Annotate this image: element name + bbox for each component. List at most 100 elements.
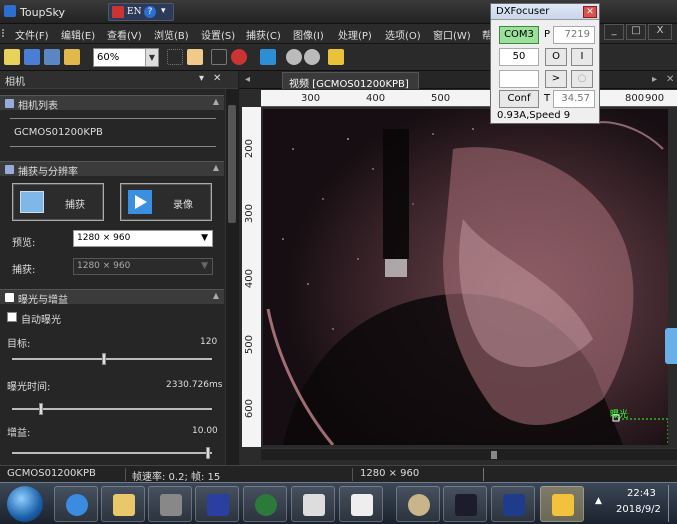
taskbar-media[interactable] <box>148 486 192 522</box>
explorer-icon <box>113 494 135 516</box>
goto-button[interactable]: > <box>545 70 567 88</box>
menu-edit[interactable]: 编辑(E) <box>61 27 95 42</box>
move-out-button[interactable]: O <box>545 48 567 66</box>
menu-view[interactable]: 查看(V) <box>107 27 142 42</box>
collapse-icon[interactable]: ▲ <box>213 163 219 172</box>
scroll-thumb[interactable] <box>491 451 497 459</box>
preview-value: 1280 × 960 <box>77 233 131 243</box>
snap-button[interactable]: 捕获 <box>12 183 104 221</box>
taskbar-stellarium[interactable] <box>443 486 487 522</box>
capture-resolution-select[interactable]: 1280 × 960 ▼ <box>73 258 213 275</box>
galaxy-icon <box>207 494 229 516</box>
taskbar-ie[interactable] <box>54 486 98 522</box>
close-icon[interactable]: ✕ <box>583 6 597 18</box>
folder-icon[interactable] <box>64 49 80 65</box>
camera-item[interactable]: GCMOS01200KPB <box>14 127 103 138</box>
tab-left-arrow-icon[interactable]: ◂ <box>245 74 250 85</box>
dxfocuser-title-bar[interactable]: DXFocuser ✕ <box>491 4 599 20</box>
crop-icon[interactable] <box>211 49 227 65</box>
menu-options[interactable]: 选项(O) <box>385 27 421 42</box>
close-button[interactable]: X <box>648 24 672 40</box>
config-button[interactable]: Conf <box>499 90 539 108</box>
dxfocuser-window: DXFocuser ✕ COM3 P 7219 50 O I > ○ Conf … <box>490 3 600 124</box>
position-field[interactable]: 7219 <box>553 26 595 44</box>
hand-icon[interactable] <box>187 49 203 65</box>
taskbar-phd[interactable] <box>243 486 287 522</box>
media-icon <box>160 494 182 516</box>
scroll-thumb[interactable] <box>228 105 236 223</box>
minimize-button[interactable]: _ <box>604 24 624 40</box>
camera-image[interactable]: 曝光 <box>263 109 668 445</box>
step-field[interactable]: 50 <box>499 48 539 66</box>
taskbar-star[interactable] <box>540 486 584 522</box>
taskbar-xmodel[interactable] <box>291 486 335 522</box>
taskbar-planet[interactable] <box>396 486 440 522</box>
snapshot-icon[interactable] <box>328 49 344 65</box>
section-camera-list[interactable]: 相机列表 ▲ <box>0 95 224 112</box>
menu-settings[interactable]: 设置(S) <box>201 27 235 42</box>
ime-menu-icon[interactable]: ▾ <box>161 6 166 16</box>
zoom-value: 60% <box>97 52 120 63</box>
collapse-icon[interactable]: ▲ <box>213 291 219 300</box>
section-capture-resolution[interactable]: 捕获与分辨率 ▲ <box>0 161 224 178</box>
save-icon[interactable] <box>44 49 60 65</box>
open-icon[interactable] <box>24 49 40 65</box>
zoom-select[interactable]: 60% ▼ <box>93 48 159 67</box>
panel-close-icon[interactable]: ✕ <box>213 73 221 84</box>
taskbar-galaxy[interactable] <box>195 486 239 522</box>
help-icon[interactable]: ? <box>144 6 156 18</box>
taskbar-telescope[interactable] <box>339 486 383 522</box>
cross-icon[interactable] <box>260 49 276 65</box>
auto-exposure-label: 自动曝光 <box>21 315 61 326</box>
horizontal-scrollbar[interactable] <box>261 448 677 460</box>
clock-date[interactable]: 2018/9/2 <box>616 504 661 515</box>
chevron-down-icon[interactable]: ▼ <box>145 49 158 66</box>
side-tab-handle[interactable] <box>665 328 677 364</box>
slider-thumb[interactable] <box>206 447 211 459</box>
chevron-down-icon[interactable]: ▼ <box>201 233 208 243</box>
target-slider[interactable] <box>12 353 212 365</box>
roi-label: 曝光 <box>610 410 629 420</box>
maximize-button[interactable]: □ <box>626 24 646 40</box>
show-desktop-button[interactable] <box>668 485 677 522</box>
taskbar-constellation[interactable] <box>491 486 535 522</box>
preview-resolution-select[interactable]: 1280 × 960 ▼ <box>73 230 213 247</box>
target-field[interactable] <box>499 70 539 88</box>
com-port-button[interactable]: COM3 <box>499 26 539 44</box>
delete-icon[interactable] <box>231 49 247 65</box>
collapse-icon[interactable]: ▲ <box>213 97 219 106</box>
pin-icon[interactable]: ▾ <box>199 73 204 84</box>
back-icon[interactable] <box>286 49 302 65</box>
forward-icon[interactable] <box>304 49 320 65</box>
video-viewer: ◂ 视频 [GCMOS01200KPB] ▸ ✕ 300 400 500 600… <box>239 71 677 465</box>
select-icon[interactable] <box>167 49 183 65</box>
tab-right-arrow-icon[interactable]: ▸ <box>652 74 657 85</box>
exposure-slider[interactable] <box>12 403 212 415</box>
taskbar-explorer[interactable] <box>101 486 145 522</box>
start-icon[interactable] <box>7 486 43 522</box>
menu-process[interactable]: 处理(P) <box>338 27 372 42</box>
slider-thumb[interactable] <box>39 403 44 415</box>
panel-scrollbar[interactable] <box>225 89 238 465</box>
tab-close-icon[interactable]: ✕ <box>666 74 674 85</box>
record-button[interactable]: 录像 <box>120 183 212 221</box>
menu-window[interactable]: 窗口(W) <box>433 27 471 42</box>
chevron-down-icon[interactable]: ▼ <box>201 261 208 271</box>
slider-thumb[interactable] <box>102 353 107 365</box>
menu-image[interactable]: 图像(I) <box>293 27 324 42</box>
menu-file[interactable]: 文件(F) <box>15 27 49 42</box>
ime-icon[interactable] <box>112 6 124 18</box>
clock-time[interactable]: 22:43 <box>627 488 656 499</box>
move-in-button[interactable]: I <box>571 48 593 66</box>
menu-browse[interactable]: 浏览(B) <box>154 27 189 42</box>
gain-slider[interactable] <box>12 447 212 459</box>
tray-expand-icon[interactable]: ▲ <box>595 496 602 506</box>
stop-button[interactable]: ○ <box>571 70 593 88</box>
ime-toolbar[interactable]: EN ? ▾ <box>108 3 174 21</box>
tab-video[interactable]: 视频 [GCMOS01200KPB] <box>282 72 419 90</box>
menu-capture[interactable]: 捕获(C) <box>246 27 281 42</box>
auto-exposure-checkbox[interactable] <box>7 312 17 322</box>
ime-language[interactable]: EN <box>127 7 141 17</box>
new-icon[interactable] <box>4 49 20 65</box>
section-exposure-gain[interactable]: 曝光与增益 ▲ <box>0 289 224 306</box>
